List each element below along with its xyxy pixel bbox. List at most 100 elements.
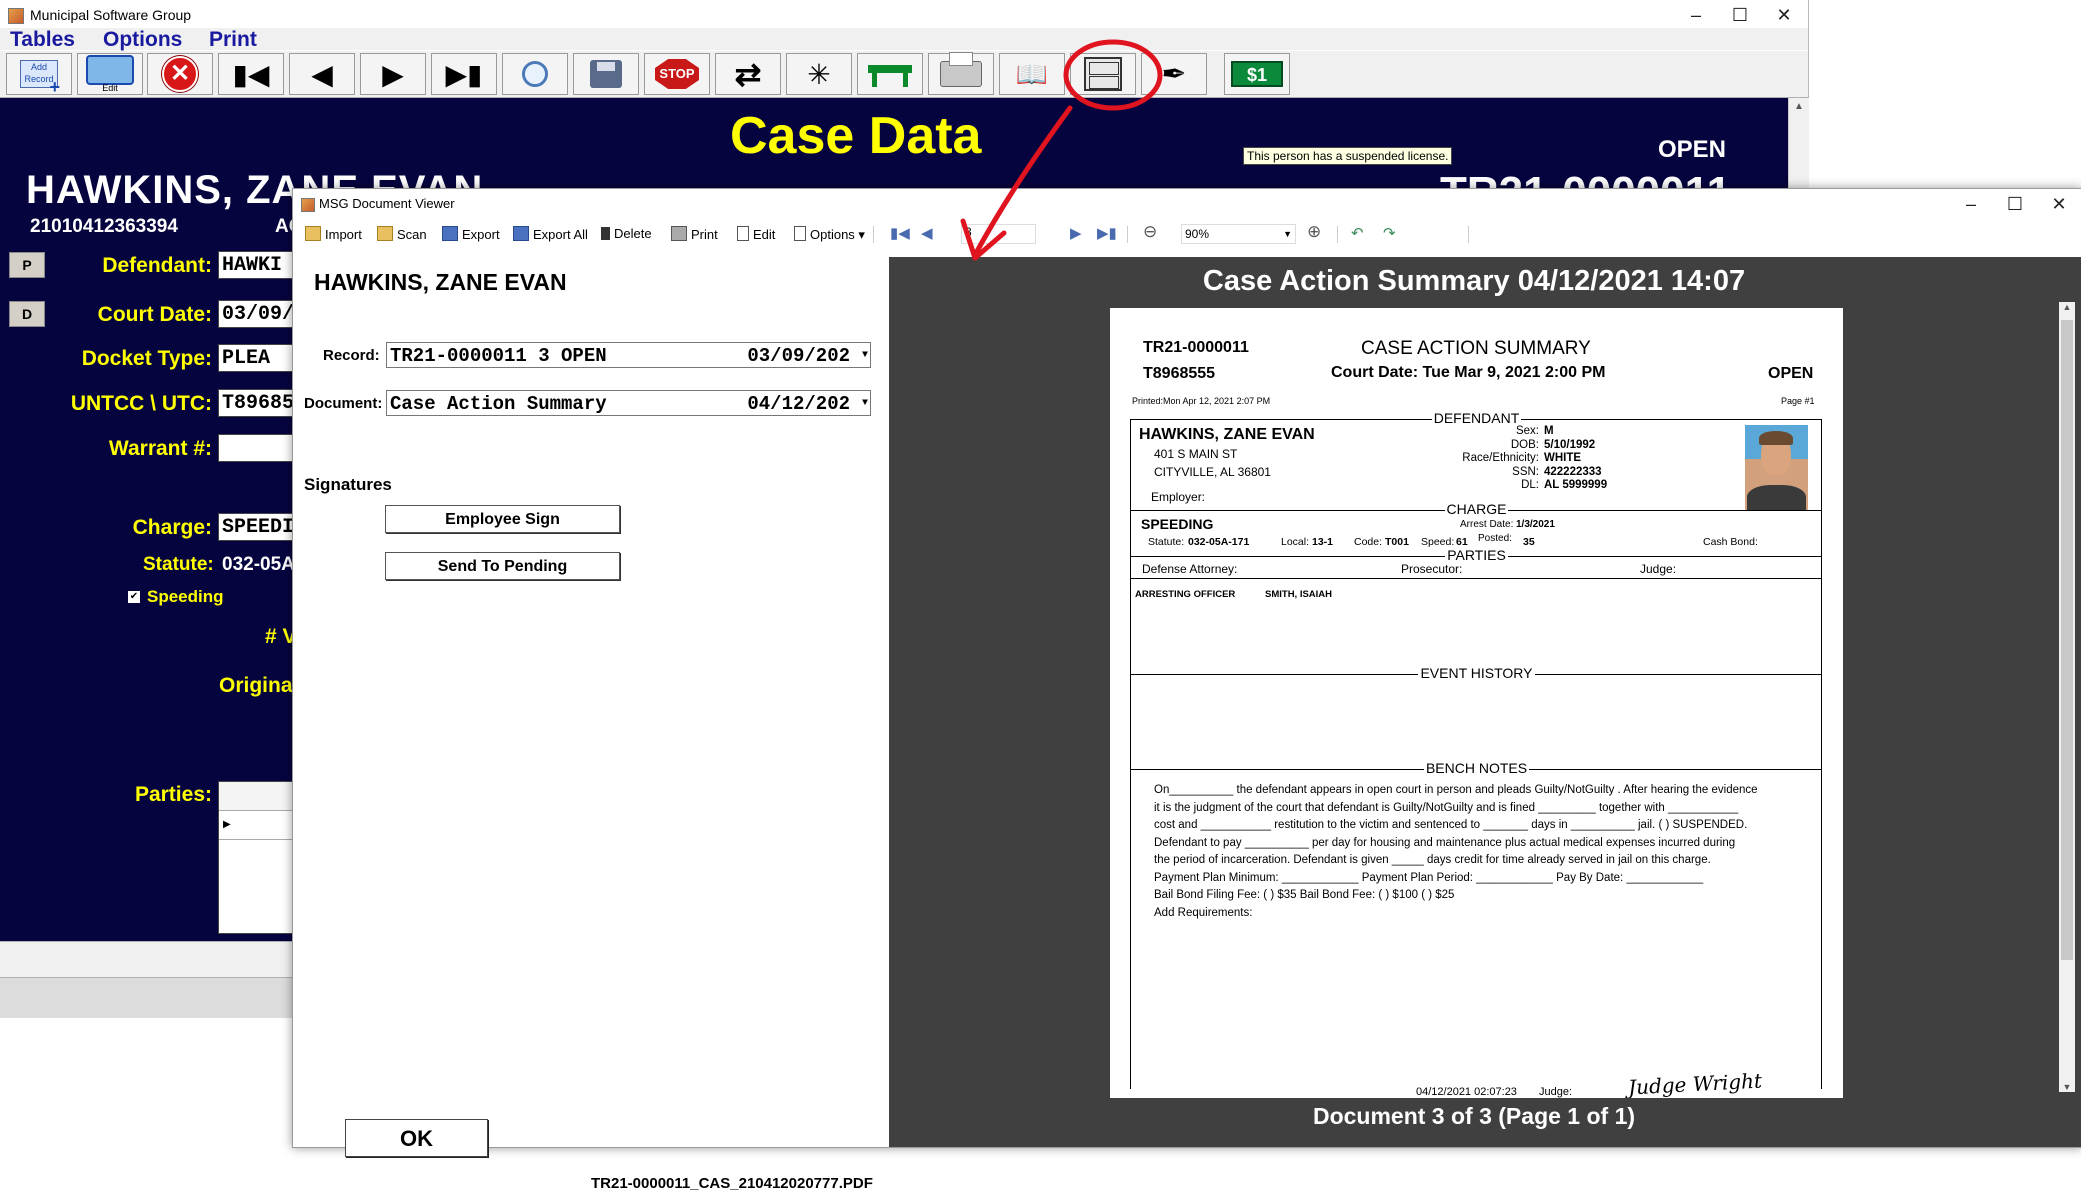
doc-ssn-label: SSN: — [1512, 466, 1539, 478]
delete-button[interactable]: ✕ — [147, 53, 213, 95]
suspended-license-tooltip: This person has a suspended license. — [1243, 147, 1453, 165]
next-record-button[interactable]: ▶ — [360, 53, 426, 95]
book-button[interactable]: 📖 — [999, 53, 1065, 95]
doc-officer-role: ARRESTING OFFICER — [1135, 589, 1236, 600]
doc-printed-date: Printed:Mon Apr 12, 2021 2:07 PM — [1132, 396, 1271, 406]
defendant-section-title: DEFENDANT — [1431, 410, 1522, 426]
refresh-button[interactable]: ⇄ — [715, 53, 781, 95]
preview-footer: Document 3 of 3 (Page 1 of 1) — [1312, 1103, 1636, 1129]
zoom-out-icon[interactable]: ⊖ — [1143, 222, 1157, 242]
bench-note-line: the period of incarceration. Defendant i… — [1154, 854, 1711, 866]
doc-arrest-date-label: Arrest Date: — [1460, 519, 1514, 530]
d-button[interactable]: D — [9, 301, 45, 327]
last-page-icon[interactable]: ▶▮ — [1097, 224, 1117, 242]
warrant-field[interactable] — [218, 434, 298, 462]
prev-page-icon[interactable]: ◀ — [921, 224, 933, 242]
scan-button[interactable]: Scan — [377, 226, 427, 242]
scroll-down-icon[interactable]: ▼ — [2059, 1082, 2075, 1092]
rotate-right-icon[interactable]: ↷ — [1383, 224, 1396, 242]
ok-button[interactable]: OK — [345, 1119, 488, 1157]
print-label: Print — [691, 227, 718, 242]
delete-doc-button[interactable]: Delete — [601, 226, 652, 241]
employee-sign-button[interactable]: Employee Sign — [385, 505, 620, 533]
floppy-disk-icon — [590, 60, 622, 88]
file-cabinet-button[interactable] — [1070, 53, 1136, 95]
preview-scrollbar[interactable]: ▲ ▼ — [2059, 302, 2075, 1092]
bench-note-line: On__________ the defendant appears in op… — [1154, 784, 1758, 796]
first-page-icon[interactable]: ▮◀ — [890, 224, 910, 242]
export-icon — [442, 226, 458, 241]
edit-button[interactable]: Edit — [77, 53, 143, 95]
last-record-button[interactable]: ▶▮ — [431, 53, 497, 95]
table-button[interactable] — [857, 53, 923, 95]
doc-judge-label: Judge: — [1640, 562, 1677, 576]
search-button[interactable] — [502, 53, 568, 95]
speeding-checkbox[interactable]: ✔ — [128, 591, 140, 603]
dollar-bill-icon: $1 — [1231, 61, 1283, 87]
p-button[interactable]: P — [9, 252, 45, 278]
trash-icon — [601, 227, 610, 240]
previous-record-button[interactable]: ◀ — [289, 53, 355, 95]
menu-options[interactable]: Options — [103, 28, 182, 52]
charge-label: Charge: — [132, 516, 212, 539]
charge-field[interactable]: SPEEDI — [218, 513, 298, 541]
scroll-thumb[interactable] — [2061, 320, 2073, 960]
row-pointer-icon: ▶ — [219, 811, 297, 840]
edit-doc-button[interactable]: Edit — [737, 226, 775, 242]
doc-code-label: Code: — [1354, 536, 1383, 548]
close-button[interactable]: ✕ — [1762, 2, 1806, 28]
printer-icon — [671, 226, 687, 241]
network-icon: ✳ — [807, 58, 831, 90]
doc-statute-label: Statute: — [1148, 536, 1185, 548]
docket-type-field[interactable]: PLEA — [218, 344, 298, 372]
maximize-button[interactable]: ☐ — [1718, 2, 1762, 28]
record-select[interactable]: TR21-0000011 3 OPEN 03/09/202 ▼ — [386, 342, 871, 368]
doc-cash-bond-label: Cash Bond: — [1703, 536, 1758, 548]
stop-label: STOP — [659, 66, 695, 81]
doc-dob-label: DOB: — [1510, 439, 1539, 451]
money-button[interactable]: $1 — [1224, 53, 1290, 95]
save-button[interactable] — [573, 53, 639, 95]
money-label: $1 — [1246, 65, 1268, 85]
export-button[interactable]: Export — [442, 226, 500, 242]
stop-button[interactable]: STOP — [644, 53, 710, 95]
options-dropdown[interactable]: Options ▾ — [794, 226, 865, 243]
next-page-icon[interactable]: ▶ — [1070, 224, 1082, 242]
doc-posted-label: Posted: — [1478, 533, 1512, 544]
defendant-field[interactable]: HAWKI — [218, 251, 298, 279]
parties-grid[interactable]: ▶ — [218, 781, 298, 934]
parties-section-title: PARTIES — [1445, 547, 1508, 563]
docket-type-label: Docket Type: — [81, 347, 212, 370]
signature-button[interactable]: ✒ — [1141, 53, 1207, 95]
doc-speed: 61 — [1456, 536, 1468, 548]
minimize-button[interactable]: – — [1674, 2, 1718, 28]
page-number-input[interactable]: 3 — [961, 224, 1036, 244]
zoom-in-icon[interactable]: ⊕ — [1307, 222, 1321, 242]
page-edit-icon — [737, 226, 749, 241]
document-filename: TR21-0000011_CAS_210412020777.PDF — [591, 1175, 873, 1192]
rotate-left-icon[interactable]: ↶ — [1351, 224, 1364, 242]
court-date-field[interactable]: 03/09/2 — [218, 300, 298, 328]
send-to-pending-button[interactable]: Send To Pending — [385, 552, 620, 580]
doc-court-date: Court Date: Tue Mar 9, 2021 2:00 PM — [1331, 364, 1606, 381]
network-button[interactable]: ✳ — [786, 53, 852, 95]
print-button[interactable] — [928, 52, 994, 95]
document-select[interactable]: Case Action Summary 04/12/202 ▼ — [386, 390, 871, 416]
scroll-up-icon[interactable]: ▲ — [2059, 302, 2075, 312]
viewer-minimize-button[interactable]: – — [1949, 191, 1993, 217]
import-button[interactable]: Import — [305, 226, 362, 242]
menu-print[interactable]: Print — [209, 28, 257, 52]
doc-sex: M — [1544, 425, 1554, 437]
scroll-up-icon[interactable]: ▲ — [1789, 98, 1809, 116]
viewer-maximize-button[interactable]: ☐ — [1993, 191, 2037, 217]
first-record-button[interactable]: ▮◀ — [218, 53, 284, 95]
export-all-button[interactable]: Export All — [513, 226, 588, 242]
print-doc-button[interactable]: Print — [671, 226, 718, 242]
scan-label: Scan — [397, 227, 427, 242]
add-record-button[interactable]: Add Record + — [6, 53, 72, 96]
menu-tables[interactable]: Tables — [10, 28, 75, 52]
viewer-close-button[interactable]: ✕ — [2037, 191, 2081, 217]
untcc-utc-field[interactable]: T89685 — [218, 389, 298, 417]
document-viewer-window: MSG Document Viewer – ☐ ✕ Import Scan Ex… — [292, 188, 2081, 1192]
zoom-select[interactable]: 90% ▼ — [1181, 224, 1296, 244]
